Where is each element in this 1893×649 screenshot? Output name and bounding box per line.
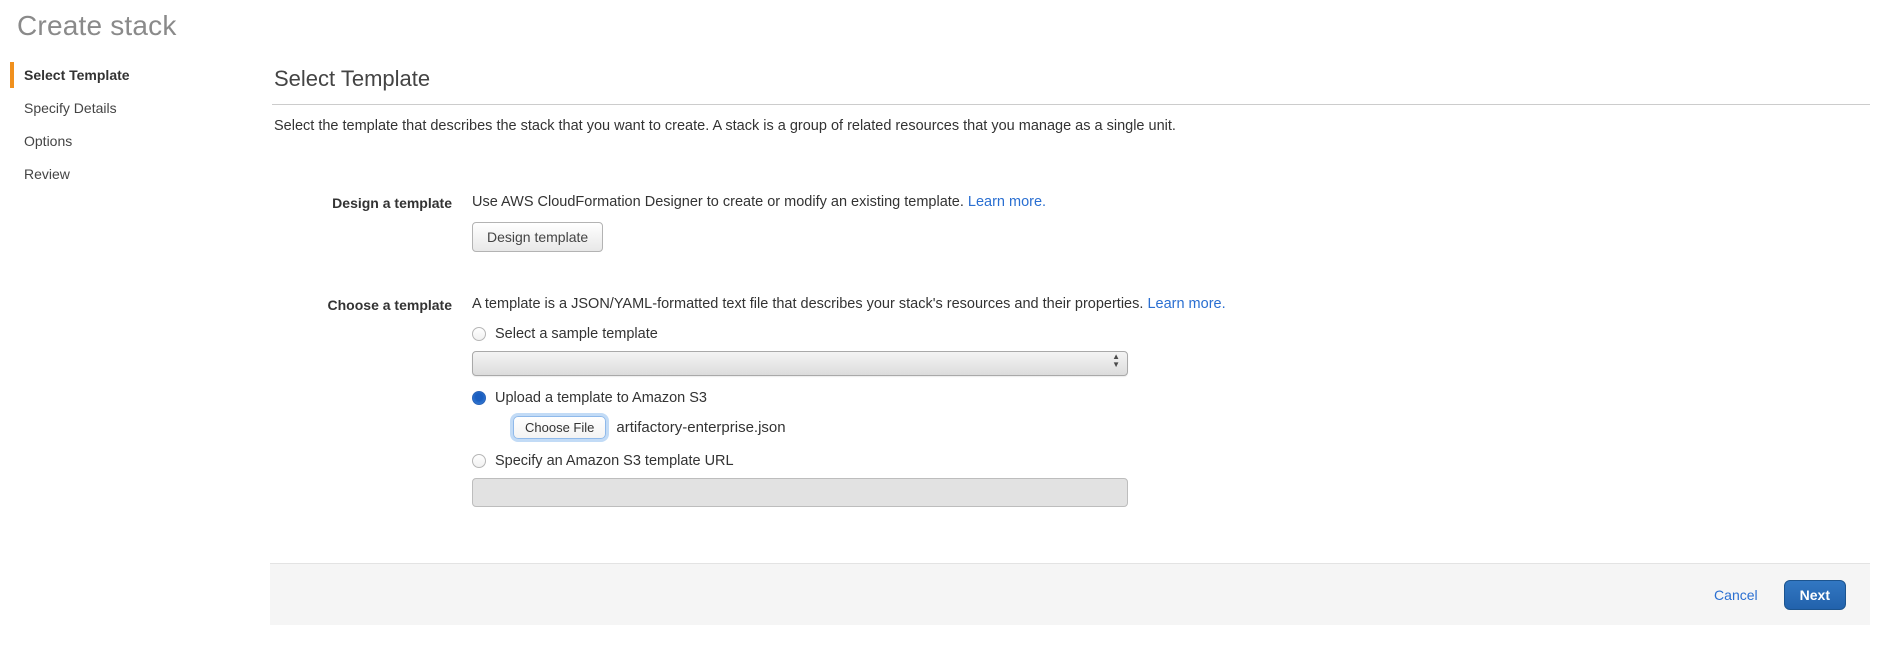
design-template-content: Use AWS CloudFormation Designer to creat… bbox=[472, 194, 1870, 252]
sidebar-item-options[interactable]: Options bbox=[10, 128, 272, 154]
layout: Select Template Specify Details Options … bbox=[0, 56, 1893, 625]
section-intro: Select the template that describes the s… bbox=[274, 118, 1870, 134]
sidebar-item-select-template[interactable]: Select Template bbox=[10, 62, 272, 88]
heading-divider bbox=[272, 104, 1870, 105]
sidebar-item-label: Review bbox=[24, 166, 70, 182]
radio-checked-icon[interactable] bbox=[472, 391, 486, 405]
radio-unchecked-icon[interactable] bbox=[472, 454, 486, 468]
radio-row-s3-url[interactable]: Specify an Amazon S3 template URL bbox=[472, 453, 1870, 469]
design-template-button[interactable]: Design template bbox=[472, 222, 603, 252]
choose-template-description-text: A template is a JSON/YAML-formatted text… bbox=[472, 296, 1147, 312]
choose-learn-more-link[interactable]: Learn more. bbox=[1147, 296, 1225, 312]
s3-template-url-input[interactable] bbox=[472, 478, 1128, 507]
sidebar-item-specify-details[interactable]: Specify Details bbox=[10, 95, 272, 121]
form-area: Design a template Use AWS CloudFormation… bbox=[272, 194, 1870, 507]
sidebar-item-label: Specify Details bbox=[24, 100, 117, 116]
sidebar-item-review[interactable]: Review bbox=[10, 161, 272, 187]
section-heading: Select Template bbox=[274, 66, 1870, 92]
wizard-steps-sidebar: Select Template Specify Details Options … bbox=[0, 56, 272, 194]
choose-template-row: Choose a template A template is a JSON/Y… bbox=[272, 296, 1870, 507]
design-template-row: Design a template Use AWS CloudFormation… bbox=[272, 194, 1870, 252]
main-panel: Select Template Select the template that… bbox=[272, 56, 1870, 625]
design-template-description-text: Use AWS CloudFormation Designer to creat… bbox=[472, 194, 968, 210]
design-learn-more-link[interactable]: Learn more. bbox=[968, 194, 1046, 210]
choose-file-button[interactable]: Choose File bbox=[513, 416, 606, 439]
radio-label-s3-url: Specify an Amazon S3 template URL bbox=[495, 453, 734, 469]
sample-template-select[interactable]: ▲▼ bbox=[472, 351, 1128, 376]
radio-unchecked-icon[interactable] bbox=[472, 327, 486, 341]
sidebar-item-label: Select Template bbox=[24, 67, 130, 83]
file-upload-row: Choose File artifactory-enterprise.json bbox=[513, 416, 1870, 439]
select-stepper-icon: ▲▼ bbox=[1112, 353, 1120, 376]
choose-template-content: A template is a JSON/YAML-formatted text… bbox=[472, 296, 1870, 507]
radio-label-sample-template: Select a sample template bbox=[495, 326, 658, 342]
design-template-label: Design a template bbox=[272, 194, 452, 252]
uploaded-file-name: artifactory-enterprise.json bbox=[616, 419, 785, 436]
radio-row-upload-template[interactable]: Upload a template to Amazon S3 bbox=[472, 390, 1870, 406]
cancel-link[interactable]: Cancel bbox=[1714, 587, 1758, 603]
create-stack-page: Create stack Select Template Specify Det… bbox=[0, 0, 1893, 649]
choose-template-label: Choose a template bbox=[272, 296, 452, 507]
page-title: Create stack bbox=[0, 0, 1893, 56]
choose-template-description: A template is a JSON/YAML-formatted text… bbox=[472, 296, 1870, 312]
design-template-description: Use AWS CloudFormation Designer to creat… bbox=[472, 194, 1870, 210]
radio-label-upload-template: Upload a template to Amazon S3 bbox=[495, 390, 707, 406]
footer-action-bar: Cancel Next bbox=[270, 563, 1870, 625]
radio-row-sample-template[interactable]: Select a sample template bbox=[472, 326, 1870, 342]
sidebar-item-label: Options bbox=[24, 133, 72, 149]
next-button[interactable]: Next bbox=[1784, 580, 1846, 610]
